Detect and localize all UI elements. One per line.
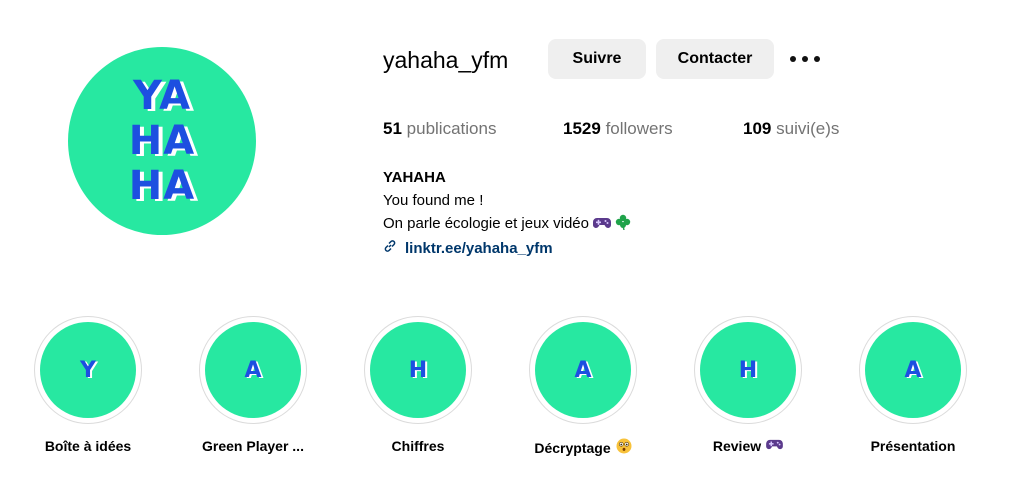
bio-link[interactable]: linktr.ee/yahaha_yfm [383,237,631,260]
following-label: suivi(e)s [776,119,840,138]
highlight-letter: H [738,357,758,383]
highlight-label-text: Green Player ... [202,438,304,454]
highlight-cover: A [199,316,307,424]
follow-button[interactable]: Suivre [548,39,646,79]
highlight-item[interactable]: A Présentation [859,316,967,454]
highlight-cover: H [694,316,802,424]
highlight-letter: A [904,357,922,383]
profile-avatar[interactable]: YA HA HA [68,47,256,235]
highlight-letter: A [244,357,262,383]
bio-link-text: linktr.ee/yahaha_yfm [405,240,553,257]
profile-bio: YAHAHA You found me ! On parle écologie … [383,166,631,260]
highlight-item[interactable]: H Chiffres [364,316,472,454]
avatar-text-line-1: YA [132,72,192,119]
bio-line-2: On parle écologie et jeux vidéo [383,215,589,232]
posts-label: publications [406,119,497,138]
followers-stat[interactable]: 1529 followers [563,118,673,140]
highlight-label: Présentation [871,438,956,454]
highlight-letter: Y [80,357,96,383]
more-options-icon[interactable] [790,49,820,69]
highlight-cover: H [364,316,472,424]
highlight-cover: A [529,316,637,424]
highlight-label: Green Player ... [202,438,304,454]
avatar-text-line-3: HA [128,162,196,209]
following-stat[interactable]: 109 suivi(e)s [743,118,839,140]
hushed-face-emoji [616,438,632,457]
highlight-label: Décryptage [534,438,632,457]
gamepad-icon [593,214,612,237]
highlight-letter: A [574,357,592,383]
highlight-label-text: Présentation [870,438,956,454]
gamepad-icon [766,438,783,454]
followers-label: followers [605,119,673,138]
four-leaf-clover-icon [615,214,631,237]
highlight-label: Boîte à idées [45,438,131,454]
highlight-item[interactable]: A Green Player ... [199,316,307,454]
contact-button[interactable]: Contacter [656,39,774,79]
bio-line-1: You found me ! [383,192,484,209]
highlight-cover: Y [34,316,142,424]
followers-count: 1529 [563,119,601,138]
highlight-item[interactable]: A Décryptage [529,316,637,457]
link-icon [383,237,397,260]
bio-line-2-row: On parle écologie et jeux vidéo [383,212,631,237]
highlight-label-text: Boîte à idées [44,438,132,454]
highlight-label-text: Décryptage [534,439,611,456]
highlight-cover: A [859,316,967,424]
posts-stat: 51 publications [383,118,496,140]
highlight-letter: H [408,357,428,383]
highlight-label: Chiffres [392,438,445,454]
bio-name: YAHAHA [383,169,446,186]
highlight-label: Review [713,438,783,454]
highlight-item[interactable]: H Review [694,316,802,454]
avatar-text-line-2: HA [128,117,196,164]
posts-count: 51 [383,119,402,138]
profile-username: yahaha_yfm [383,47,509,73]
following-count: 109 [743,119,772,138]
highlight-item[interactable]: Y Boîte à idées [34,316,142,454]
highlight-label-text: Chiffres [391,438,445,454]
highlight-label-text: Review [712,438,762,454]
